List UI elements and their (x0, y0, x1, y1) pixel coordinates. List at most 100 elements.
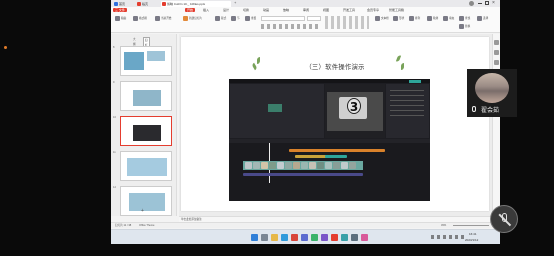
windows-start-icon[interactable] (251, 234, 258, 241)
file-explorer-icon[interactable] (271, 234, 278, 241)
search-icon[interactable] (261, 234, 268, 241)
thumb-number: 8 (113, 46, 115, 49)
new-tab-icon[interactable]: + (234, 1, 238, 5)
docer-icon (137, 2, 141, 6)
status-bar: 幻灯片 11 / 38 Office Theme 45% (111, 222, 500, 228)
textbox-icon (375, 16, 380, 21)
participant-name: 翟会茹 (481, 108, 500, 114)
wps-icon[interactable] (331, 234, 338, 241)
arrange-icon (409, 16, 414, 21)
ppt-icon (162, 2, 166, 6)
property-lines (390, 90, 424, 120)
slide-thumbnail[interactable] (120, 151, 172, 181)
editor-screenshot[interactable]: 3 (229, 79, 430, 201)
shape-icon (393, 16, 398, 21)
export-button (409, 80, 421, 83)
video-clip (333, 162, 340, 169)
video-clip (317, 162, 324, 169)
play-icon (155, 16, 160, 21)
home-icon (114, 2, 118, 6)
taskbar: 16:41 2023/1/12 (111, 229, 500, 244)
preview-frame: 3 (327, 92, 383, 131)
video-clip (269, 162, 276, 169)
video-clip (293, 162, 300, 169)
app-icon[interactable] (311, 234, 318, 241)
taskbar-clock[interactable]: 16:41 (469, 232, 477, 236)
mic-icon (472, 106, 476, 112)
thumb-number: 12 (113, 186, 116, 189)
menu-file[interactable]: 三 文件 (113, 8, 127, 12)
new-slide-icon (183, 16, 188, 21)
media-panel (230, 84, 324, 138)
zoom-slider[interactable] (453, 225, 489, 226)
slide-thumbnail-pane: 大纲 幻灯片 8 9 10 11 12 + (111, 34, 177, 216)
browser-icon[interactable] (281, 234, 288, 241)
video-clip (301, 162, 308, 169)
media-thumb (268, 104, 282, 112)
thumb-image (133, 125, 161, 141)
font-select[interactable] (261, 16, 305, 21)
font-size-select[interactable] (307, 16, 321, 21)
participant-tile[interactable]: 翟会茹 (467, 69, 517, 117)
style-icon[interactable] (494, 50, 499, 55)
tab-bar: 首页 稻壳 剪映 CutOn 10._ 10files.pptx + × (111, 0, 500, 7)
add-slide-icon[interactable]: + (141, 208, 144, 214)
taskbar-date[interactable]: 2023/1/12 (465, 238, 478, 242)
thumb-image (129, 193, 165, 211)
ribbon-toolbar: 粘贴 格式刷 当前开始 新建幻灯片 版式 节 重置 文本框 形状 排列 轮廓 填… (111, 13, 500, 33)
minimize-icon[interactable] (478, 3, 482, 4)
video-clip (253, 162, 260, 169)
section-icon (231, 16, 236, 21)
slide-thumbnail[interactable] (120, 186, 172, 216)
paste-icon (115, 16, 120, 21)
video-clip (309, 162, 316, 169)
thumb-number: 11 (113, 151, 116, 154)
tray-icons[interactable] (431, 235, 465, 239)
select-icon (477, 16, 482, 21)
fill-icon (443, 16, 448, 21)
audio-track (243, 173, 363, 176)
paragraph-row[interactable] (325, 16, 369, 29)
outline-icon (427, 16, 432, 21)
slide[interactable]: （三）软件操作演示 3 (181, 37, 489, 211)
slide-thumbnail-selected[interactable] (120, 116, 172, 146)
close-icon[interactable]: × (492, 0, 495, 6)
animation-icon[interactable] (494, 60, 499, 65)
thumb-image (147, 51, 165, 61)
participant-video (475, 73, 509, 103)
text-track-orange (289, 149, 385, 152)
chrome-icon[interactable] (291, 234, 298, 241)
user-avatar-icon[interactable] (469, 1, 474, 6)
property-icon[interactable] (494, 40, 499, 45)
video-clip (341, 162, 348, 169)
text-track-teal (325, 155, 347, 158)
mic-muted-icon[interactable] (490, 205, 518, 233)
video-clip (277, 162, 284, 169)
font-format-row[interactable] (261, 24, 321, 29)
video-clip (325, 162, 332, 169)
app-icon[interactable] (351, 234, 358, 241)
countdown-number: 3 (347, 98, 361, 114)
maximize-icon[interactable] (485, 1, 489, 5)
editor-topbar (229, 79, 430, 83)
thumb-image (133, 90, 161, 106)
slide-title[interactable]: （三）软件操作演示 (181, 62, 489, 71)
right-tool-rail (492, 34, 500, 216)
app-icon[interactable] (361, 234, 368, 241)
slide-canvas-area: （三）软件操作演示 3 (179, 34, 500, 216)
app-icon[interactable] (321, 234, 328, 241)
video-clip (349, 162, 356, 169)
indicator-dot (4, 46, 7, 49)
app-icon[interactable] (341, 234, 348, 241)
find-icon (459, 16, 464, 21)
app-icon[interactable] (301, 234, 308, 241)
thumb-number: 10 (113, 116, 116, 119)
slide-thumbnail[interactable] (120, 46, 172, 76)
properties-panel (386, 84, 429, 138)
slide-thumbnail[interactable] (120, 81, 172, 111)
thumb-number: 9 (113, 81, 115, 84)
menu-start[interactable]: 开始 (185, 8, 196, 12)
reset-icon (245, 16, 250, 21)
presentation-window: 首页 稻壳 剪映 CutOn 10._ 10files.pptx + × 三 文… (111, 0, 500, 244)
video-clip (285, 162, 292, 169)
